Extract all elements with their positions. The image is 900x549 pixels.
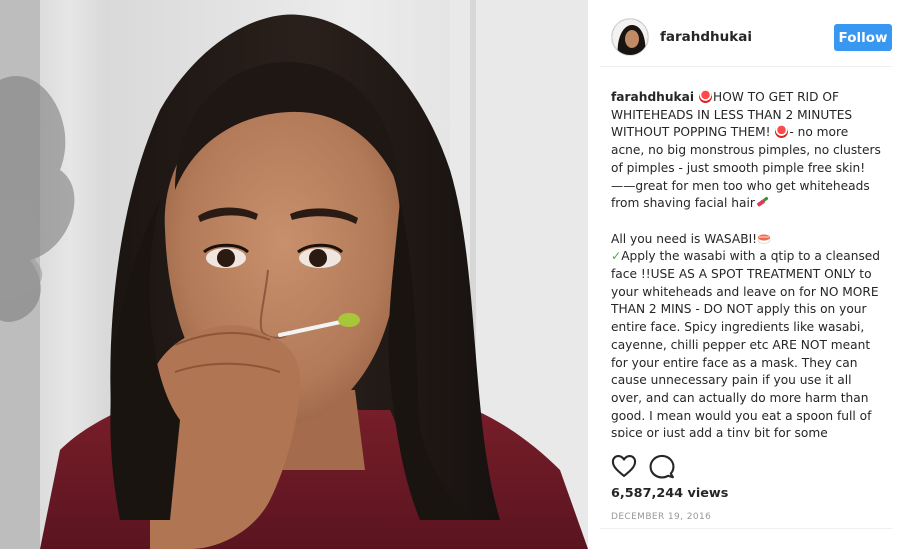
post-sidebar: farahdhukai Follow farahdhukai HOW TO GET… xyxy=(588,0,900,549)
avatar-image xyxy=(612,19,648,55)
view-count[interactable]: 6,587,244 views xyxy=(611,486,728,501)
comment-icon-glyph xyxy=(649,454,675,479)
sushi-emoji-icon xyxy=(757,234,771,244)
pill-emoji-icon xyxy=(775,125,789,139)
heart-icon[interactable] xyxy=(610,452,638,480)
action-bar xyxy=(610,452,710,480)
caption-text-2b: Apply the wasabi with a qtip to a cleans… xyxy=(611,249,881,437)
caption-text-2a: All you need is WASABI! xyxy=(611,231,758,246)
checkmark-icon: ✓ xyxy=(611,249,622,264)
username-link[interactable]: farahdhukai xyxy=(660,29,752,45)
post-caption: farahdhukai HOW TO GET RID OF WHITEHEADS … xyxy=(611,89,884,437)
comment-icon[interactable] xyxy=(648,452,676,480)
post-header: farahdhukai Follow xyxy=(600,10,892,67)
post-date[interactable]: DECEMBER 19, 2016 xyxy=(611,512,711,522)
post-media[interactable] xyxy=(0,0,588,549)
divider xyxy=(600,528,892,529)
avatar[interactable] xyxy=(611,18,649,56)
lipstick-emoji-icon xyxy=(756,197,769,207)
caption-author-link[interactable]: farahdhukai xyxy=(611,90,694,104)
heart-icon-glyph xyxy=(611,455,637,477)
post-photo xyxy=(0,0,588,549)
follow-button[interactable]: Follow xyxy=(834,24,892,51)
pill-emoji-icon xyxy=(699,90,713,103)
